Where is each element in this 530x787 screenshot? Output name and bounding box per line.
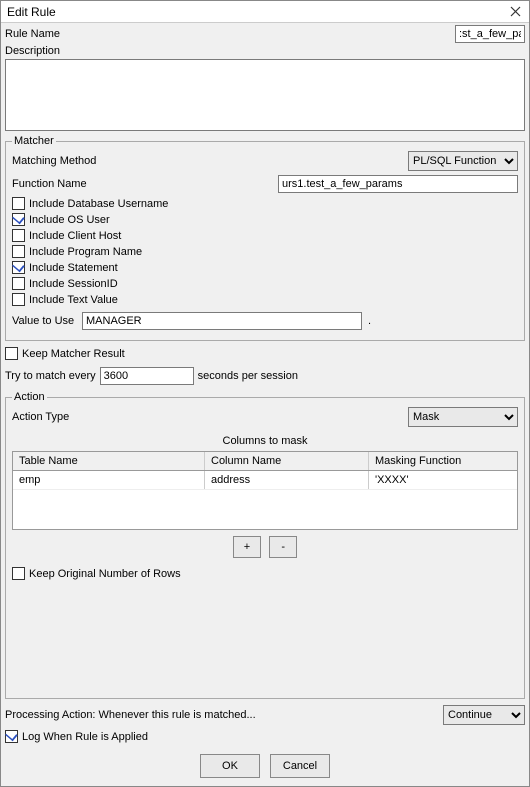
- action-fieldset: Action Action Type Mask Columns to mask …: [5, 391, 525, 699]
- rule-name-input[interactable]: [455, 25, 525, 43]
- keep-matcher-result-label: Keep Matcher Result: [22, 348, 125, 360]
- description-label: Description: [5, 45, 60, 57]
- columns-table: Table Name Column Name Masking Function …: [12, 451, 518, 530]
- action-type-label: Action Type: [12, 411, 69, 423]
- close-button[interactable]: [505, 3, 525, 21]
- value-to-use-trailing: .: [368, 315, 371, 327]
- description-row: Description: [5, 45, 525, 57]
- include-text-value-checkbox[interactable]: [12, 293, 25, 306]
- include-db-username-row[interactable]: Include Database Username: [12, 197, 518, 210]
- include-statement-row[interactable]: Include Statement: [12, 261, 518, 274]
- remove-row-button[interactable]: -: [269, 536, 297, 558]
- include-statement-checkbox[interactable]: [12, 261, 25, 274]
- td-table-name[interactable]: emp: [13, 471, 205, 489]
- include-db-username-label: Include Database Username: [29, 198, 168, 210]
- function-name-row: Function Name: [12, 175, 518, 193]
- ok-button[interactable]: OK: [200, 754, 260, 778]
- columns-table-body: emp address 'XXXX': [13, 471, 517, 529]
- edit-rule-window: Edit Rule Rule Name Description Matcher …: [0, 0, 530, 787]
- titlebar: Edit Rule: [1, 1, 529, 23]
- window-title: Edit Rule: [7, 5, 56, 19]
- th-masking-function: Masking Function: [369, 452, 517, 470]
- keep-original-rows-row[interactable]: Keep Original Number of Rows: [12, 567, 518, 580]
- try-match-suffix: seconds per session: [198, 370, 298, 382]
- value-to-use-label: Value to Use: [12, 315, 76, 327]
- action-legend: Action: [12, 391, 47, 403]
- keep-original-rows-checkbox[interactable]: [12, 567, 25, 580]
- table-buttons-row: + -: [12, 536, 518, 558]
- try-match-row: Try to match every seconds per session: [5, 367, 525, 385]
- include-client-host-checkbox[interactable]: [12, 229, 25, 242]
- matcher-fieldset: Matcher Matching Method PL/SQL Function …: [5, 135, 525, 341]
- matching-method-label: Matching Method: [12, 155, 96, 167]
- cancel-button[interactable]: Cancel: [270, 754, 330, 778]
- log-when-applied-row[interactable]: Log When Rule is Applied: [5, 730, 525, 743]
- close-icon: [510, 6, 521, 17]
- try-match-input[interactable]: [100, 367, 194, 385]
- action-type-select[interactable]: Mask: [408, 407, 518, 427]
- include-os-user-label: Include OS User: [29, 214, 110, 226]
- keep-original-rows-label: Keep Original Number of Rows: [29, 568, 181, 580]
- rule-name-label: Rule Name: [5, 28, 60, 40]
- log-when-applied-label: Log When Rule is Applied: [22, 731, 148, 743]
- value-to-use-row: Value to Use .: [12, 312, 518, 330]
- include-db-username-checkbox[interactable]: [12, 197, 25, 210]
- include-os-user-checkbox[interactable]: [12, 213, 25, 226]
- function-name-input[interactable]: [278, 175, 518, 193]
- include-text-value-label: Include Text Value: [29, 294, 118, 306]
- include-text-value-row[interactable]: Include Text Value: [12, 293, 518, 306]
- processing-action-row: Processing Action: Whenever this rule is…: [5, 705, 525, 725]
- td-masking-function[interactable]: 'XXXX': [369, 471, 517, 489]
- rule-name-row: Rule Name: [5, 25, 525, 43]
- add-row-button[interactable]: +: [233, 536, 261, 558]
- include-statement-label: Include Statement: [29, 262, 118, 274]
- dialog-body: Rule Name Description Matcher Matching M…: [1, 23, 529, 786]
- table-row[interactable]: emp address 'XXXX': [13, 471, 517, 490]
- action-type-row: Action Type Mask: [12, 407, 518, 427]
- dialog-buttons: OK Cancel: [5, 754, 525, 778]
- columns-table-head: Table Name Column Name Masking Function: [13, 452, 517, 471]
- matcher-legend: Matcher: [12, 135, 56, 147]
- keep-matcher-result-checkbox[interactable]: [5, 347, 18, 360]
- try-match-label: Try to match every: [5, 370, 96, 382]
- processing-action-label: Processing Action: Whenever this rule is…: [5, 709, 256, 721]
- description-textarea[interactable]: [5, 59, 525, 131]
- matching-method-select[interactable]: PL/SQL Function: [408, 151, 518, 171]
- include-program-name-checkbox[interactable]: [12, 245, 25, 258]
- th-table-name: Table Name: [13, 452, 205, 470]
- include-os-user-row[interactable]: Include OS User: [12, 213, 518, 226]
- th-column-name: Column Name: [205, 452, 369, 470]
- keep-matcher-result-row[interactable]: Keep Matcher Result: [5, 347, 525, 360]
- include-sessionid-label: Include SessionID: [29, 278, 118, 290]
- include-program-name-row[interactable]: Include Program Name: [12, 245, 518, 258]
- columns-to-mask-header: Columns to mask: [12, 435, 518, 447]
- include-program-name-label: Include Program Name: [29, 246, 142, 258]
- td-column-name[interactable]: address: [205, 471, 369, 489]
- value-to-use-input[interactable]: [82, 312, 362, 330]
- matching-method-row: Matching Method PL/SQL Function: [12, 151, 518, 171]
- processing-action-select[interactable]: Continue: [443, 705, 525, 725]
- include-client-host-row[interactable]: Include Client Host: [12, 229, 518, 242]
- include-sessionid-row[interactable]: Include SessionID: [12, 277, 518, 290]
- include-sessionid-checkbox[interactable]: [12, 277, 25, 290]
- function-name-label: Function Name: [12, 178, 272, 190]
- log-when-applied-checkbox[interactable]: [5, 730, 18, 743]
- include-client-host-label: Include Client Host: [29, 230, 121, 242]
